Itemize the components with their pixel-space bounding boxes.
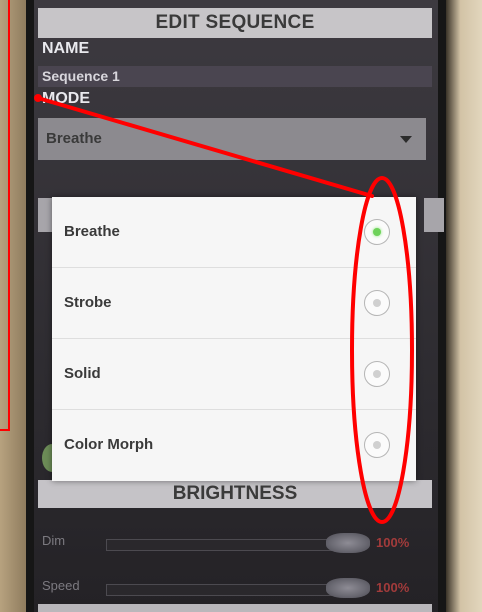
option-breathe[interactable]: Breathe bbox=[52, 197, 416, 268]
speed-slider-row: Speed 100% bbox=[42, 576, 438, 598]
triangle-down-icon bbox=[400, 136, 412, 143]
option-label: Strobe bbox=[64, 294, 112, 311]
radio-dot-icon bbox=[373, 441, 381, 449]
option-label: Breathe bbox=[64, 223, 120, 240]
dim-value: 100% bbox=[376, 535, 410, 550]
speed-value: 100% bbox=[376, 580, 410, 595]
dim-label: Dim bbox=[42, 533, 66, 548]
radio-button[interactable] bbox=[364, 290, 390, 316]
speed-slider-track[interactable] bbox=[106, 584, 340, 596]
option-solid[interactable]: Solid bbox=[52, 339, 416, 410]
option-label: Color Morph bbox=[64, 436, 154, 453]
radio-button[interactable] bbox=[364, 361, 390, 387]
radio-button[interactable] bbox=[364, 432, 390, 458]
dim-slider-track[interactable] bbox=[106, 539, 340, 551]
mode-selected-value: Breathe bbox=[46, 130, 102, 147]
radio-dot-icon bbox=[373, 299, 381, 307]
background-control-right bbox=[424, 198, 444, 232]
photo-background-right bbox=[446, 0, 482, 612]
annotation-box bbox=[0, 0, 10, 431]
mode-picker-dialog: Breathe Strobe Solid Color Morph bbox=[52, 197, 416, 481]
dim-slider-row: Dim 100% bbox=[42, 531, 438, 553]
dim-slider-thumb[interactable] bbox=[326, 533, 370, 553]
mode-label: MODE bbox=[42, 90, 90, 107]
speed-slider-thumb[interactable] bbox=[326, 578, 370, 598]
bottom-strip bbox=[38, 604, 432, 612]
radio-dot-icon bbox=[373, 370, 381, 378]
option-color-morph[interactable]: Color Morph bbox=[52, 410, 416, 481]
brightness-section-header: BRIGHTNESS bbox=[38, 480, 432, 508]
name-label: NAME bbox=[42, 40, 90, 57]
option-label: Solid bbox=[64, 365, 101, 382]
page-title: EDIT SEQUENCE bbox=[38, 8, 432, 38]
name-input[interactable]: Sequence 1 bbox=[38, 66, 432, 87]
mode-dropdown[interactable]: Breathe bbox=[38, 118, 426, 160]
radio-dot-icon bbox=[373, 228, 381, 236]
speed-label: Speed bbox=[42, 578, 80, 593]
option-strobe[interactable]: Strobe bbox=[52, 268, 416, 339]
radio-button-selected[interactable] bbox=[364, 219, 390, 245]
